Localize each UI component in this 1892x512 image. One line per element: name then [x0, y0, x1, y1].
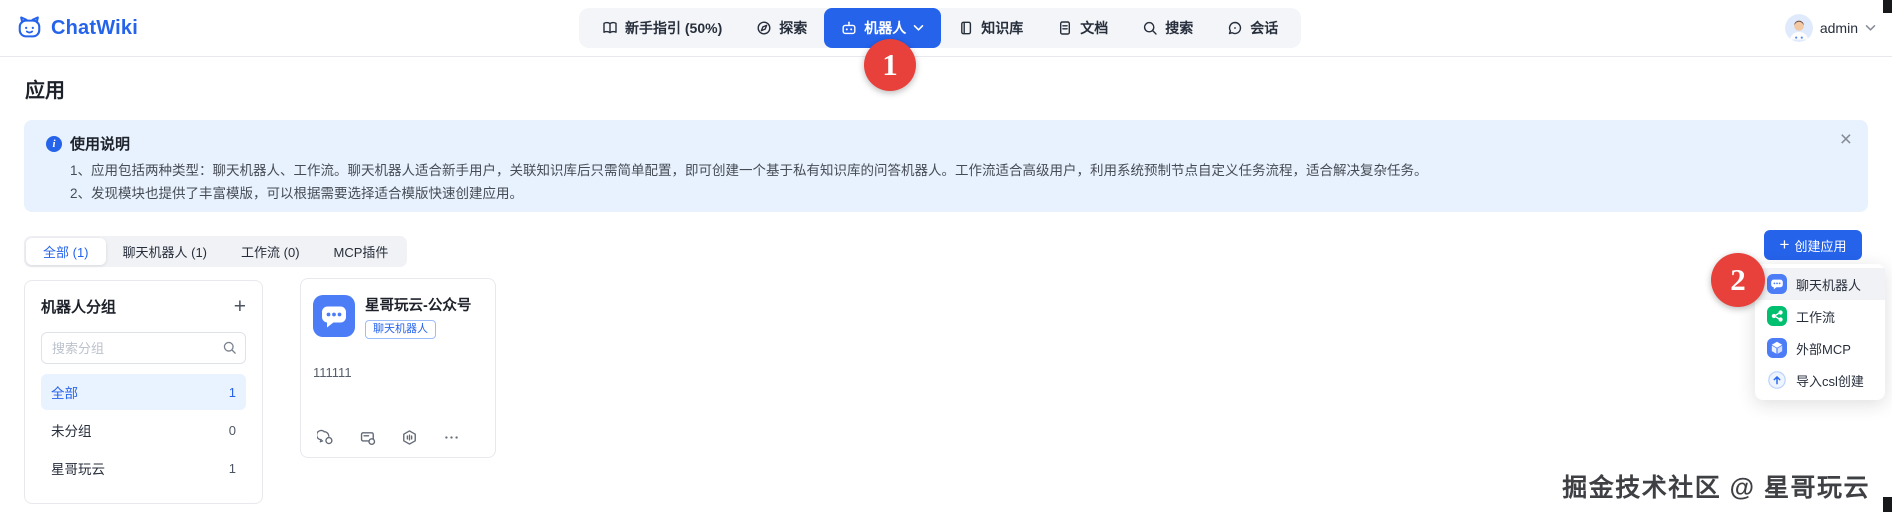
tab-all[interactable]: 全部 (1)	[26, 238, 106, 265]
nav-item-sessions[interactable]: 会话	[1210, 8, 1295, 48]
compass-icon	[756, 20, 772, 36]
guide-book-icon	[602, 20, 618, 36]
group-name: 未分组	[51, 424, 92, 439]
mcp-cube-icon	[1767, 338, 1787, 358]
group-count: 0	[228, 422, 236, 438]
document-icon	[1057, 20, 1073, 36]
app-card-titles: 星哥玩云-公众号 聊天机器人	[365, 295, 471, 339]
page-title: 应用	[25, 80, 65, 102]
close-icon[interactable]: ×	[1840, 129, 1852, 150]
menu-item-label: 工作流	[1796, 309, 1836, 325]
nav-item-label: 新手指引 (50%)	[625, 20, 723, 36]
annotation-step-1: 1	[864, 39, 916, 91]
nav-item-docs[interactable]: 文档	[1040, 8, 1125, 48]
watermark: 掘金技术社区 @ 星哥玩云	[1562, 474, 1870, 502]
nav-item-guide[interactable]: 新手指引 (50%)	[585, 8, 739, 48]
group-list: 全部 1 未分组 0 星哥玩云 1	[41, 374, 246, 486]
chatbot-icon	[1767, 274, 1787, 294]
chevron-down-icon	[913, 24, 924, 32]
groups-title: 机器人分组	[41, 299, 117, 316]
notice-line-2: 2、发现模块也提供了丰富模版，可以根据需要选择适合模版快速创建应用。	[70, 186, 524, 201]
group-count: 1	[228, 460, 236, 476]
bot-groups-panel: 机器人分组 + 全部 1 未分组 0 星哥玩云 1	[24, 280, 263, 504]
scrollbar-bottom-corner	[1883, 497, 1892, 512]
app-type-badge: 聊天机器人	[365, 320, 436, 339]
username: admin	[1819, 20, 1858, 36]
notice-line-1: 1、应用包括两种类型：聊天机器人、工作流。聊天机器人适合新手用户，关联知识库后只…	[70, 163, 1428, 178]
search-icon	[222, 340, 237, 355]
chatwiki-cat-icon	[16, 15, 43, 42]
top-navbar: ChatWiki 新手指引 (50%) 探索 机器人 知识库 文档 搜索 会话 …	[0, 0, 1892, 57]
app-card-header: 星哥玩云-公众号 聊天机器人	[313, 295, 483, 339]
nav-item-label: 探索	[779, 20, 808, 36]
embed-card-icon[interactable]	[359, 429, 376, 446]
menu-item-label: 聊天机器人	[1796, 277, 1862, 293]
nav-item-label: 机器人	[864, 20, 907, 36]
api-hexagon-icon[interactable]	[401, 429, 418, 446]
app-chatbot-icon	[313, 295, 355, 337]
chat-bubble-icon	[1227, 20, 1243, 36]
group-item-all[interactable]: 全部 1	[41, 374, 246, 410]
workflow-icon	[1767, 306, 1787, 326]
menu-item-import-create[interactable]: 导入csl创建	[1755, 364, 1885, 396]
usage-notice-banner: i 使用说明 1、应用包括两种类型：聊天机器人、工作流。聊天机器人适合新手用户，…	[24, 120, 1868, 212]
avatar	[1784, 14, 1813, 42]
nav-item-label: 搜索	[1165, 20, 1194, 36]
tab-workflow[interactable]: 工作流 (0)	[224, 238, 317, 265]
primary-nav: 新手指引 (50%) 探索 机器人 知识库 文档 搜索 会话	[579, 8, 1302, 48]
annotation-step-2: 2	[1711, 253, 1765, 307]
app-title: 星哥玩云-公众号	[365, 298, 472, 314]
notice-header: i 使用说明	[46, 133, 1846, 154]
group-search-input[interactable]	[41, 332, 246, 364]
plus-icon: +	[1779, 234, 1790, 254]
group-name: 星哥玩云	[51, 462, 105, 477]
notice-title: 使用说明	[70, 136, 131, 153]
robot-icon	[841, 20, 857, 36]
menu-item-external-mcp[interactable]: 外部MCP	[1755, 332, 1885, 364]
nav-item-label: 会话	[1250, 20, 1279, 36]
nav-item-search[interactable]: 搜索	[1125, 8, 1210, 48]
tab-chatbot[interactable]: 聊天机器人 (1)	[106, 238, 225, 265]
create-app-label: 创建应用	[1794, 238, 1847, 254]
add-group-button[interactable]: +	[234, 296, 246, 317]
search-icon	[1142, 20, 1158, 36]
bot-chat-icon[interactable]	[317, 429, 334, 446]
nav-item-label: 知识库	[981, 20, 1024, 36]
create-app-dropdown: 聊天机器人 工作流 外部MCP 导入csl创建	[1755, 264, 1885, 400]
group-item-ungrouped[interactable]: 未分组 0	[41, 412, 246, 448]
groups-header: 机器人分组 +	[41, 296, 246, 317]
menu-item-label: 外部MCP	[1796, 341, 1851, 357]
import-upload-icon	[1767, 370, 1787, 390]
group-item-xingge[interactable]: 星哥玩云 1	[41, 450, 246, 486]
group-search	[41, 332, 246, 364]
app-card-actions	[317, 429, 460, 446]
chatwiki-logo-text: ChatWiki	[51, 17, 138, 39]
nav-item-knowledge[interactable]: 知识库	[941, 8, 1040, 48]
menu-item-workflow[interactable]: 工作流	[1755, 300, 1885, 332]
nav-item-explore[interactable]: 探索	[739, 8, 824, 48]
more-icon[interactable]	[443, 429, 460, 446]
create-app-button[interactable]: + 创建应用	[1764, 230, 1862, 260]
user-menu[interactable]: admin	[1784, 14, 1876, 42]
group-name: 全部	[51, 386, 78, 401]
scrollbar-top-corner	[1883, 0, 1892, 13]
group-count: 1	[228, 384, 236, 400]
info-icon: i	[46, 135, 62, 152]
knowledge-book-icon	[958, 20, 974, 36]
chatwiki-logo[interactable]: ChatWiki	[16, 15, 138, 42]
app-type-tabs: 全部 (1) 聊天机器人 (1) 工作流 (0) MCP插件	[24, 236, 408, 267]
app-card[interactable]: 星哥玩云-公众号 聊天机器人 111111	[300, 278, 496, 458]
tab-mcp-plugin[interactable]: MCP插件	[317, 238, 406, 265]
nav-item-label: 文档	[1080, 20, 1109, 36]
app-description: 111111	[313, 365, 352, 380]
menu-item-chatbot[interactable]: 聊天机器人	[1755, 268, 1885, 300]
chevron-down-icon	[1865, 24, 1876, 32]
menu-item-label: 导入csl创建	[1796, 373, 1864, 389]
